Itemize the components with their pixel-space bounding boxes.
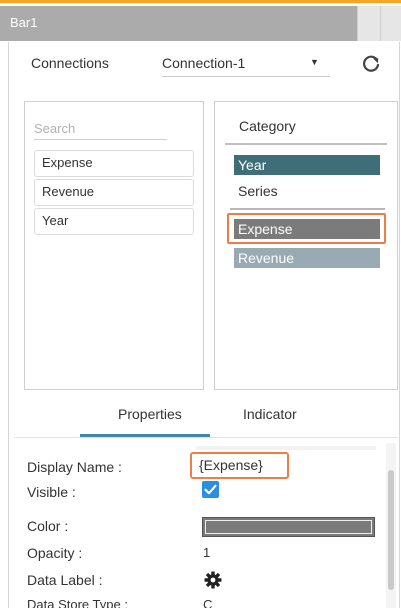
selection-highlight <box>227 213 386 244</box>
visible-checkbox[interactable] <box>202 481 219 498</box>
color-swatch-fill <box>205 520 372 534</box>
display-name-label: Display Name : <box>27 459 122 475</box>
check-icon <box>204 484 217 495</box>
left-border <box>8 42 9 608</box>
right-border <box>399 42 400 608</box>
field-item-revenue[interactable]: Revenue <box>34 179 194 206</box>
top-accent-bar <box>0 0 401 3</box>
opacity-label: Opacity : <box>27 545 83 561</box>
tabs-divider <box>14 437 398 438</box>
search-input[interactable] <box>34 118 167 140</box>
titlebar-buttons[interactable] <box>357 6 401 41</box>
title-bar: Bar1 <box>0 6 401 41</box>
gear-icon[interactable] <box>203 570 223 590</box>
data-label-label: Data Label : <box>27 572 103 588</box>
color-label: Color : <box>27 518 69 534</box>
visible-label: Visible : <box>27 484 76 500</box>
category-divider <box>225 143 387 145</box>
category-panel: Category Year Series Expense Revenue <box>214 101 398 390</box>
series-label: Series <box>238 183 278 199</box>
properties-scroll-hint <box>196 446 376 450</box>
data-store-type-label: Data Store Type : <box>27 597 128 608</box>
refresh-icon[interactable] <box>360 53 382 75</box>
display-name-field[interactable]: {Expense} <box>190 452 289 479</box>
color-picker[interactable] <box>202 517 375 537</box>
series-item-revenue[interactable]: Revenue <box>234 248 380 268</box>
properties-scroll-thumb[interactable] <box>388 470 394 590</box>
active-tab-underline <box>80 434 210 437</box>
fields-panel: Expense Revenue Year <box>24 101 204 390</box>
connections-label: Connections <box>31 55 109 71</box>
opacity-value[interactable]: 1 <box>203 545 210 560</box>
tab-indicator[interactable]: Indicator <box>243 406 297 422</box>
field-item-expense[interactable]: Expense <box>34 150 194 177</box>
category-header: Category <box>239 118 296 134</box>
field-item-year[interactable]: Year <box>34 208 194 235</box>
series-divider <box>230 208 385 210</box>
caret-down-icon: ▼ <box>310 57 319 67</box>
category-item-year[interactable]: Year <box>234 155 380 175</box>
chart-properties-panel: Bar1 Connections Connection-1 ▼ Expense … <box>0 0 401 608</box>
tab-properties[interactable]: Properties <box>118 406 182 422</box>
connection-select-value: Connection-1 <box>162 55 246 71</box>
window-title: Bar1 <box>10 15 38 30</box>
connection-select[interactable]: Connection-1 ▼ <box>162 55 330 77</box>
data-store-type-value[interactable]: C <box>203 597 212 608</box>
